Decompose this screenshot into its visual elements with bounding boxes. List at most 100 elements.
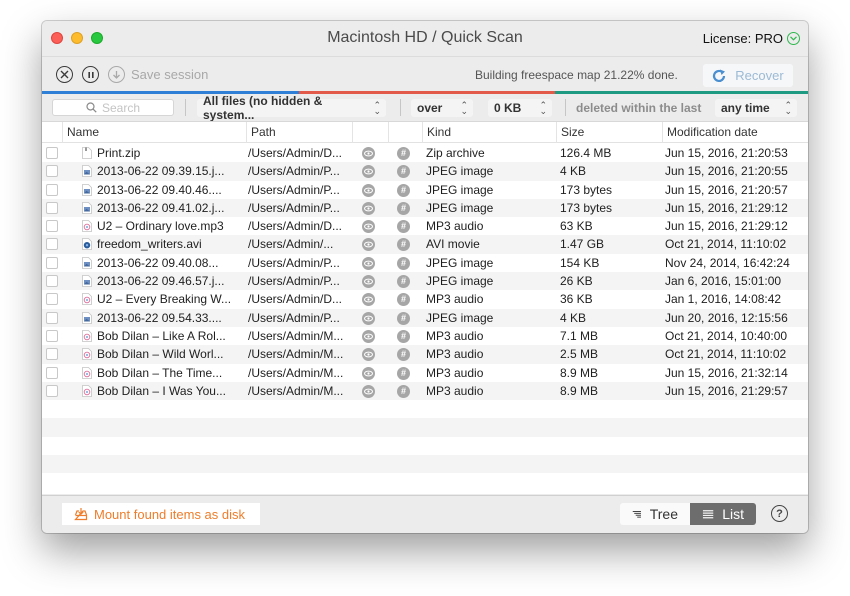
- file-name: 2013-06-22 09.39.15.j...: [97, 164, 225, 179]
- row-checkbox[interactable]: [46, 238, 58, 251]
- hash-icon[interactable]: #: [397, 201, 410, 215]
- row-checkbox[interactable]: [46, 220, 58, 233]
- hash-icon[interactable]: #: [397, 275, 410, 289]
- row-checkbox[interactable]: [46, 165, 58, 178]
- column-header-kind[interactable]: Kind: [422, 122, 556, 143]
- preview-eye-icon[interactable]: [362, 348, 375, 362]
- column-header-path[interactable]: Path: [246, 122, 352, 143]
- hash-icon[interactable]: #: [397, 311, 410, 325]
- file-name: Bob Dilan – Wild Worl...: [97, 347, 224, 362]
- preview-eye-icon[interactable]: [362, 275, 375, 289]
- hash-icon[interactable]: #: [397, 183, 410, 197]
- file-path: /Users/Admin/M...: [248, 347, 344, 362]
- recover-button[interactable]: Recover: [703, 64, 793, 87]
- table-row[interactable]: 2013-06-22 09.46.57.j... /Users/Admin/P..…: [42, 272, 808, 291]
- row-checkbox[interactable]: [46, 366, 58, 379]
- row-checkbox[interactable]: [46, 293, 58, 306]
- hash-icon[interactable]: #: [397, 293, 410, 307]
- preview-eye-icon[interactable]: [362, 256, 375, 270]
- preview-eye-icon[interactable]: [362, 201, 375, 215]
- row-checkbox[interactable]: [46, 384, 58, 397]
- video-file-icon: [82, 238, 92, 251]
- file-name: Bob Dilan – The Time...: [97, 365, 223, 380]
- time-range-select[interactable]: any time ⌃ ⌄: [715, 99, 797, 117]
- column-header-size[interactable]: Size: [556, 122, 662, 143]
- table-row[interactable]: Bob Dilan – Wild Worl... /Users/Admin/M..…: [42, 345, 808, 364]
- audio-file-icon: [82, 348, 92, 361]
- row-checkbox[interactable]: [46, 201, 58, 214]
- hash-icon[interactable]: #: [397, 384, 410, 398]
- table-row[interactable]: Print.zip/Users/Admin/D... # Zip archive 12…: [42, 144, 808, 162]
- search-input[interactable]: Search: [52, 99, 174, 116]
- list-view-button[interactable]: List: [690, 503, 756, 525]
- preview-eye-icon[interactable]: [362, 165, 375, 179]
- size-operator-select[interactable]: over ⌃ ⌄: [411, 99, 473, 117]
- stop-scan-button[interactable]: [56, 66, 73, 83]
- hash-icon[interactable]: #: [397, 165, 410, 179]
- mount-as-disk-button[interactable]: Mount found items as disk: [62, 503, 260, 525]
- file-size: 173 bytes: [560, 182, 613, 197]
- image-file-icon: [82, 201, 92, 214]
- save-session-button[interactable]: Save session: [131, 67, 208, 82]
- table-row[interactable]: 2013-06-22 09.41.02.j... /Users/Admin/P..…: [42, 198, 808, 218]
- hash-icon[interactable]: #: [397, 147, 410, 160]
- row-checkbox[interactable]: [46, 275, 58, 288]
- tree-view-button[interactable]: Tree: [620, 503, 690, 525]
- hash-icon[interactable]: #: [397, 220, 410, 234]
- table-row[interactable]: Bob Dilan – Like A Rol... /Users/Admin/M.…: [42, 327, 808, 345]
- row-checkbox[interactable]: [46, 183, 58, 196]
- divider: [565, 99, 566, 116]
- preview-eye-icon[interactable]: [362, 311, 375, 325]
- table-row[interactable]: freedom_writers.avi/Users/Admin/... # AVI …: [42, 235, 808, 254]
- table-row[interactable]: U2 – Every Breaking W... /Users/Admin/D..…: [42, 290, 808, 308]
- table-row[interactable]: Bob Dilan – The Time... /Users/Admin/M...…: [42, 364, 808, 382]
- row-checkbox[interactable]: [46, 256, 58, 269]
- file-kind: MP3 audio: [426, 292, 484, 307]
- hash-icon[interactable]: #: [397, 348, 410, 362]
- file-modification-date: Jun 15, 2016, 21:29:12: [665, 219, 788, 234]
- preview-eye-icon[interactable]: [362, 147, 375, 160]
- hash-icon[interactable]: #: [397, 238, 410, 252]
- table-row[interactable]: U2 – Ordinary love.mp3/Users/Admin/D... #…: [42, 217, 808, 235]
- help-button[interactable]: ?: [771, 505, 788, 522]
- pause-scan-button[interactable]: [82, 66, 99, 83]
- table-row[interactable]: 2013-06-22 09.40.46.... /Users/Admin/P...…: [42, 181, 808, 199]
- hash-icon[interactable]: #: [397, 366, 410, 380]
- preview-eye-icon[interactable]: [362, 384, 375, 398]
- table-row[interactable]: 2013-06-22 09.39.15.j... /Users/Admin/P..…: [42, 162, 808, 181]
- scan-progress-bar: [42, 91, 808, 94]
- divider: [400, 99, 401, 116]
- column-header-name[interactable]: Name: [62, 122, 246, 143]
- preview-eye-icon[interactable]: [362, 220, 375, 234]
- preview-eye-icon[interactable]: [362, 329, 375, 343]
- table-row[interactable]: 2013-06-22 09.54.33.... /Users/Admin/P...…: [42, 308, 808, 327]
- size-value: 0 KB: [494, 101, 522, 115]
- hash-icon[interactable]: #: [397, 256, 410, 270]
- preview-eye-icon[interactable]: [362, 238, 375, 252]
- preview-eye-icon[interactable]: [362, 293, 375, 307]
- file-name: U2 – Ordinary love.mp3: [97, 219, 224, 234]
- row-checkbox[interactable]: [46, 329, 58, 342]
- file-kind: Zip archive: [426, 146, 485, 160]
- file-type-select[interactable]: All files (no hidden & system... ⌃ ⌄: [197, 94, 386, 122]
- time-range-value: any time: [721, 101, 770, 115]
- preview-eye-icon[interactable]: [362, 366, 375, 380]
- column-header-hash[interactable]: [388, 122, 422, 143]
- file-name: 2013-06-22 09.54.33....: [97, 310, 222, 325]
- column-header-date[interactable]: Modification date: [662, 122, 808, 143]
- file-size: 4 KB: [560, 164, 587, 179]
- preview-eye-icon[interactable]: [362, 183, 375, 197]
- hash-icon[interactable]: #: [397, 329, 410, 343]
- row-checkbox[interactable]: [46, 348, 58, 361]
- column-header-preview[interactable]: [352, 122, 388, 143]
- save-session-icon-button[interactable]: [108, 66, 125, 83]
- table-row[interactable]: Bob Dilan – I Was You... /Users/Admin/M..…: [42, 381, 808, 401]
- size-value-select[interactable]: 0 KB ⌃ ⌄: [488, 99, 552, 117]
- file-modification-date: Jan 6, 2016, 15:01:00: [665, 274, 782, 289]
- license-indicator[interactable]: License: PRO: [703, 31, 800, 46]
- row-checkbox[interactable]: [46, 147, 58, 159]
- table-row[interactable]: 2013-06-22 09.40.08... /Users/Admin/P... #…: [42, 254, 808, 272]
- toolbar: Save session Building freespace map 21.2…: [42, 58, 808, 90]
- file-path: /Users/Admin/P...: [248, 164, 340, 179]
- row-checkbox[interactable]: [46, 311, 58, 324]
